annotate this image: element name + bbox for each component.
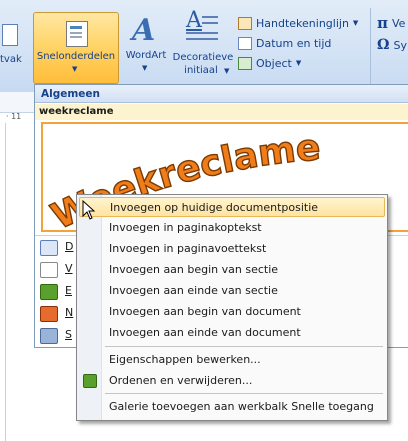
drop-cap-label-2: initiaal	[184, 65, 218, 76]
object-button[interactable]: Object ▼	[238, 54, 301, 72]
mouse-cursor-icon	[82, 200, 96, 220]
menu-item-label: Eigenschappen bewerken...	[109, 353, 261, 366]
menu-item-label: Invoegen aan begin van sectie	[109, 263, 279, 276]
quick-parts-icon	[66, 21, 88, 47]
calendar-icon	[238, 36, 252, 50]
save-selection-icon	[40, 328, 58, 344]
gallery-command-5[interactable]: S	[35, 325, 75, 345]
field-icon	[40, 262, 58, 278]
date-time-label: Datum en tijd	[256, 36, 332, 50]
gallery-command-2[interactable]: V	[35, 259, 75, 279]
equation-button[interactable]: π Ve	[377, 14, 405, 32]
menu-item-label: Ordenen en verwijderen...	[109, 374, 253, 387]
drop-cap-icon: A	[186, 8, 218, 42]
drop-cap-label-1: Decoratieve	[172, 52, 234, 63]
gallery-command-1-label: D	[65, 240, 74, 253]
chevron-down-icon: ▼	[352, 19, 359, 27]
object-icon	[238, 56, 252, 70]
textbox-button-partial[interactable]: tvak	[0, 4, 30, 68]
menu-item-label: Invoegen in paginavoettekst	[109, 242, 267, 255]
menu-item-add-to-quick-access[interactable]: Galerie toevoegen aan werkbalk Snelle to…	[79, 397, 385, 417]
menu-item-label: Invoegen aan begin van document	[109, 305, 301, 318]
document-margin	[5, 123, 6, 441]
chevron-down-icon: ▼	[142, 64, 148, 72]
quick-parts-label: Snelonderdelen	[36, 51, 116, 62]
group-divider	[370, 8, 371, 84]
signature-icon	[238, 16, 252, 30]
menu-item-label: Galerie toevoegen aan werkbalk Snelle to…	[109, 400, 374, 413]
menu-item-label: Invoegen aan einde van sectie	[109, 284, 278, 297]
menu-separator	[105, 346, 383, 347]
menu-item-insert-current-position[interactable]: Invoegen op huidige documentpositie	[79, 197, 385, 217]
menu-separator	[105, 393, 383, 394]
menu-item-label: Invoegen aan einde van document	[109, 326, 301, 339]
menu-item-label: Invoegen op huidige documentpositie	[110, 201, 319, 214]
quick-parts-button[interactable]: Snelonderdelen ▼	[33, 12, 119, 84]
menu-item-insert-header[interactable]: Invoegen in paginakoptekst	[79, 218, 385, 238]
ruler-left	[0, 92, 34, 113]
wordart-button[interactable]: A WordArt ▼	[120, 12, 172, 82]
gallery-command-3[interactable]: E	[35, 281, 75, 301]
menu-item-insert-section-start[interactable]: Invoegen aan begin van sectie	[79, 260, 385, 280]
building-blocks-organizer-icon	[83, 374, 97, 388]
building-block-icon	[40, 284, 58, 300]
textbox-label: tvak	[0, 54, 22, 65]
gallery-category-header: Algemeen	[35, 85, 408, 103]
gallery-command-4[interactable]: N	[35, 303, 75, 323]
menu-item-insert-document-start[interactable]: Invoegen aan begin van document	[79, 302, 385, 322]
ruler-marker: · 11	[6, 112, 22, 121]
context-menu: Invoegen op huidige documentpositie Invo…	[76, 194, 388, 421]
equation-label: Ve	[391, 16, 406, 30]
gallery-command-1[interactable]: D	[35, 237, 75, 257]
signature-line-label: Handtekeninglijn	[256, 16, 349, 30]
object-label: Object	[256, 56, 292, 70]
gallery-command-3-label: E	[65, 284, 72, 297]
organizer-icon	[40, 306, 58, 322]
ribbon: tvak Snelonderdelen ▼ A WordArt ▼ A Deco…	[0, 0, 408, 93]
menu-item-insert-section-end[interactable]: Invoegen aan einde van sectie	[79, 281, 385, 301]
wordart-label: WordArt	[125, 50, 167, 61]
chevron-down-icon: ▼	[224, 67, 230, 75]
textbox-icon	[2, 24, 18, 46]
symbol-button[interactable]: Ω Sy	[377, 36, 407, 54]
menu-item-insert-document-end[interactable]: Invoegen aan einde van document	[79, 323, 385, 343]
wordart-icon: A	[132, 13, 156, 48]
menu-item-label: Invoegen in paginakoptekst	[109, 221, 262, 234]
gallery-command-2-label: V	[65, 262, 73, 275]
symbol-label: Sy	[393, 38, 407, 52]
document-icon	[40, 240, 58, 256]
drop-cap-button[interactable]: A Decoratieve initiaal ▼	[172, 8, 234, 84]
menu-item-organize-delete[interactable]: Ordenen en verwijderen...	[79, 371, 385, 391]
omega-icon: Ω	[377, 37, 390, 53]
chevron-down-icon: ▼	[295, 59, 302, 67]
date-time-button[interactable]: Datum en tijd	[238, 34, 331, 52]
signature-line-button[interactable]: Handtekeninglijn ▼	[238, 14, 358, 32]
gallery-item-title[interactable]: weekreclame	[35, 104, 408, 120]
menu-item-edit-properties[interactable]: Eigenschappen bewerken...	[79, 350, 385, 370]
pi-icon: π	[377, 14, 388, 32]
menu-item-insert-footer[interactable]: Invoegen in paginavoettekst	[79, 239, 385, 259]
gallery-command-4-label: N	[65, 306, 74, 319]
gallery-command-5-label: S	[65, 328, 72, 341]
chevron-down-icon: ▼	[72, 65, 78, 73]
